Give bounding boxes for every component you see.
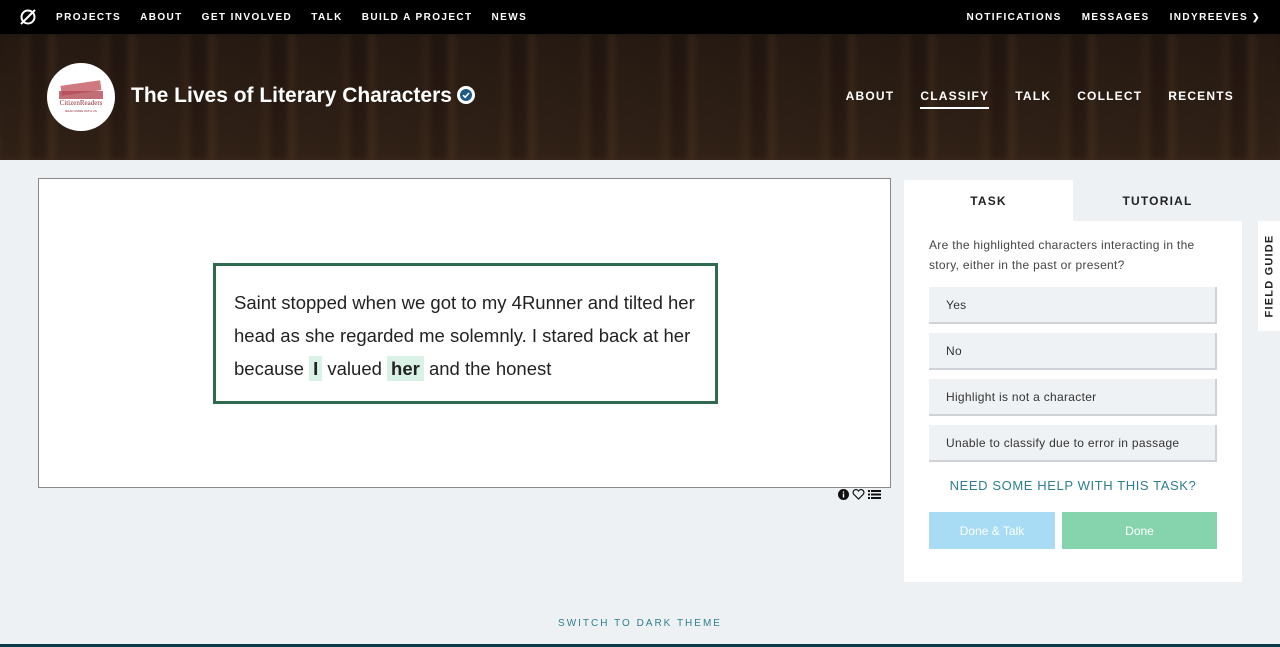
notifications-link[interactable]: NOTIFICATIONS bbox=[966, 12, 1061, 23]
top-right-links: NOTIFICATIONS MESSAGES INDYREEVES ❯ bbox=[946, 0, 1261, 34]
task-panel: TASK TUTORIAL Are the highlighted charac… bbox=[904, 180, 1242, 582]
check-badge-icon bbox=[457, 86, 475, 104]
nav-projects-link[interactable]: PROJECTS bbox=[56, 12, 121, 23]
project-avatar[interactable]: CitizenReaders READ MORE WITH US bbox=[47, 63, 115, 131]
nav-get-involved-link[interactable]: GET INVOLVED bbox=[202, 12, 293, 23]
list-icon[interactable] bbox=[868, 489, 881, 503]
info-icon[interactable] bbox=[838, 489, 849, 503]
nav-news-link[interactable]: NEWS bbox=[492, 12, 528, 23]
tab-collect[interactable]: COLLECT bbox=[1077, 89, 1142, 103]
nav-talk-link[interactable]: TALK bbox=[311, 12, 343, 23]
tab-task[interactable]: TASK bbox=[904, 180, 1073, 221]
user-menu[interactable]: INDYREEVES ❯ bbox=[1170, 12, 1261, 23]
citizen-readers-logo: CitizenReaders READ MORE WITH US bbox=[59, 80, 103, 113]
top-navigation: PROJECTS ABOUT GET INVOLVED TALK BUILD A… bbox=[0, 0, 1280, 34]
project-header: CitizenReaders READ MORE WITH US The Liv… bbox=[0, 34, 1280, 160]
top-links: PROJECTS ABOUT GET INVOLVED TALK BUILD A… bbox=[56, 12, 546, 23]
done-button[interactable]: Done bbox=[1062, 512, 1217, 549]
switch-theme-link[interactable]: SWITCH TO DARK THEME bbox=[0, 618, 1280, 629]
answer-yes-button[interactable]: Yes bbox=[929, 287, 1217, 324]
highlighted-character-2: her bbox=[387, 356, 424, 381]
tab-recents[interactable]: RECENTS bbox=[1168, 89, 1234, 103]
passage-after: and the honest bbox=[428, 358, 552, 379]
tab-talk[interactable]: TALK bbox=[1015, 89, 1051, 103]
passage-text: Saint stopped when we got to my 4Runner … bbox=[234, 286, 697, 385]
task-help-link[interactable]: NEED SOME HELP WITH THIS TASK? bbox=[904, 478, 1242, 493]
heart-icon[interactable] bbox=[852, 489, 865, 503]
task-actions: Done & Talk Done bbox=[929, 512, 1217, 549]
answer-list: Yes No Highlight is not a character Unab… bbox=[929, 287, 1217, 462]
project-title[interactable]: The Lives of Literary Characters bbox=[131, 84, 452, 108]
answer-not-character-button[interactable]: Highlight is not a character bbox=[929, 379, 1217, 416]
passage-middle: valued bbox=[327, 358, 382, 379]
task-tabs: TASK TUTORIAL bbox=[904, 180, 1242, 221]
username: INDYREEVES bbox=[1169, 11, 1249, 23]
chevron-down-icon: ❯ bbox=[1252, 11, 1261, 22]
svg-text:CitizenReaders: CitizenReaders bbox=[60, 99, 103, 107]
tab-about[interactable]: ABOUT bbox=[846, 89, 895, 103]
field-guide-tab[interactable]: FIELD GUIDE bbox=[1258, 221, 1280, 331]
done-and-talk-button[interactable]: Done & Talk bbox=[929, 512, 1055, 549]
answer-no-button[interactable]: No bbox=[929, 333, 1217, 370]
subject-tools bbox=[838, 489, 884, 503]
tab-classify[interactable]: CLASSIFY bbox=[920, 89, 990, 109]
task-question: Are the highlighted characters interacti… bbox=[929, 238, 1195, 272]
zooniverse-logo-icon[interactable] bbox=[19, 8, 37, 26]
messages-link[interactable]: MESSAGES bbox=[1082, 12, 1150, 23]
tab-tutorial[interactable]: TUTORIAL bbox=[1073, 180, 1242, 221]
subject-viewer: Saint stopped when we got to my 4Runner … bbox=[38, 178, 891, 488]
text-passage: Saint stopped when we got to my 4Runner … bbox=[213, 263, 718, 404]
answer-unable-button[interactable]: Unable to classify due to error in passa… bbox=[929, 425, 1217, 462]
highlighted-character-1: I bbox=[309, 356, 323, 381]
project-navigation: ABOUT CLASSIFY TALK COLLECT RECENTS bbox=[820, 89, 1234, 109]
svg-text:READ MORE WITH US: READ MORE WITH US bbox=[65, 109, 97, 113]
nav-build-project-link[interactable]: BUILD A PROJECT bbox=[362, 12, 473, 23]
nav-about-link[interactable]: ABOUT bbox=[140, 12, 183, 23]
field-guide-label: FIELD GUIDE bbox=[1263, 234, 1275, 318]
